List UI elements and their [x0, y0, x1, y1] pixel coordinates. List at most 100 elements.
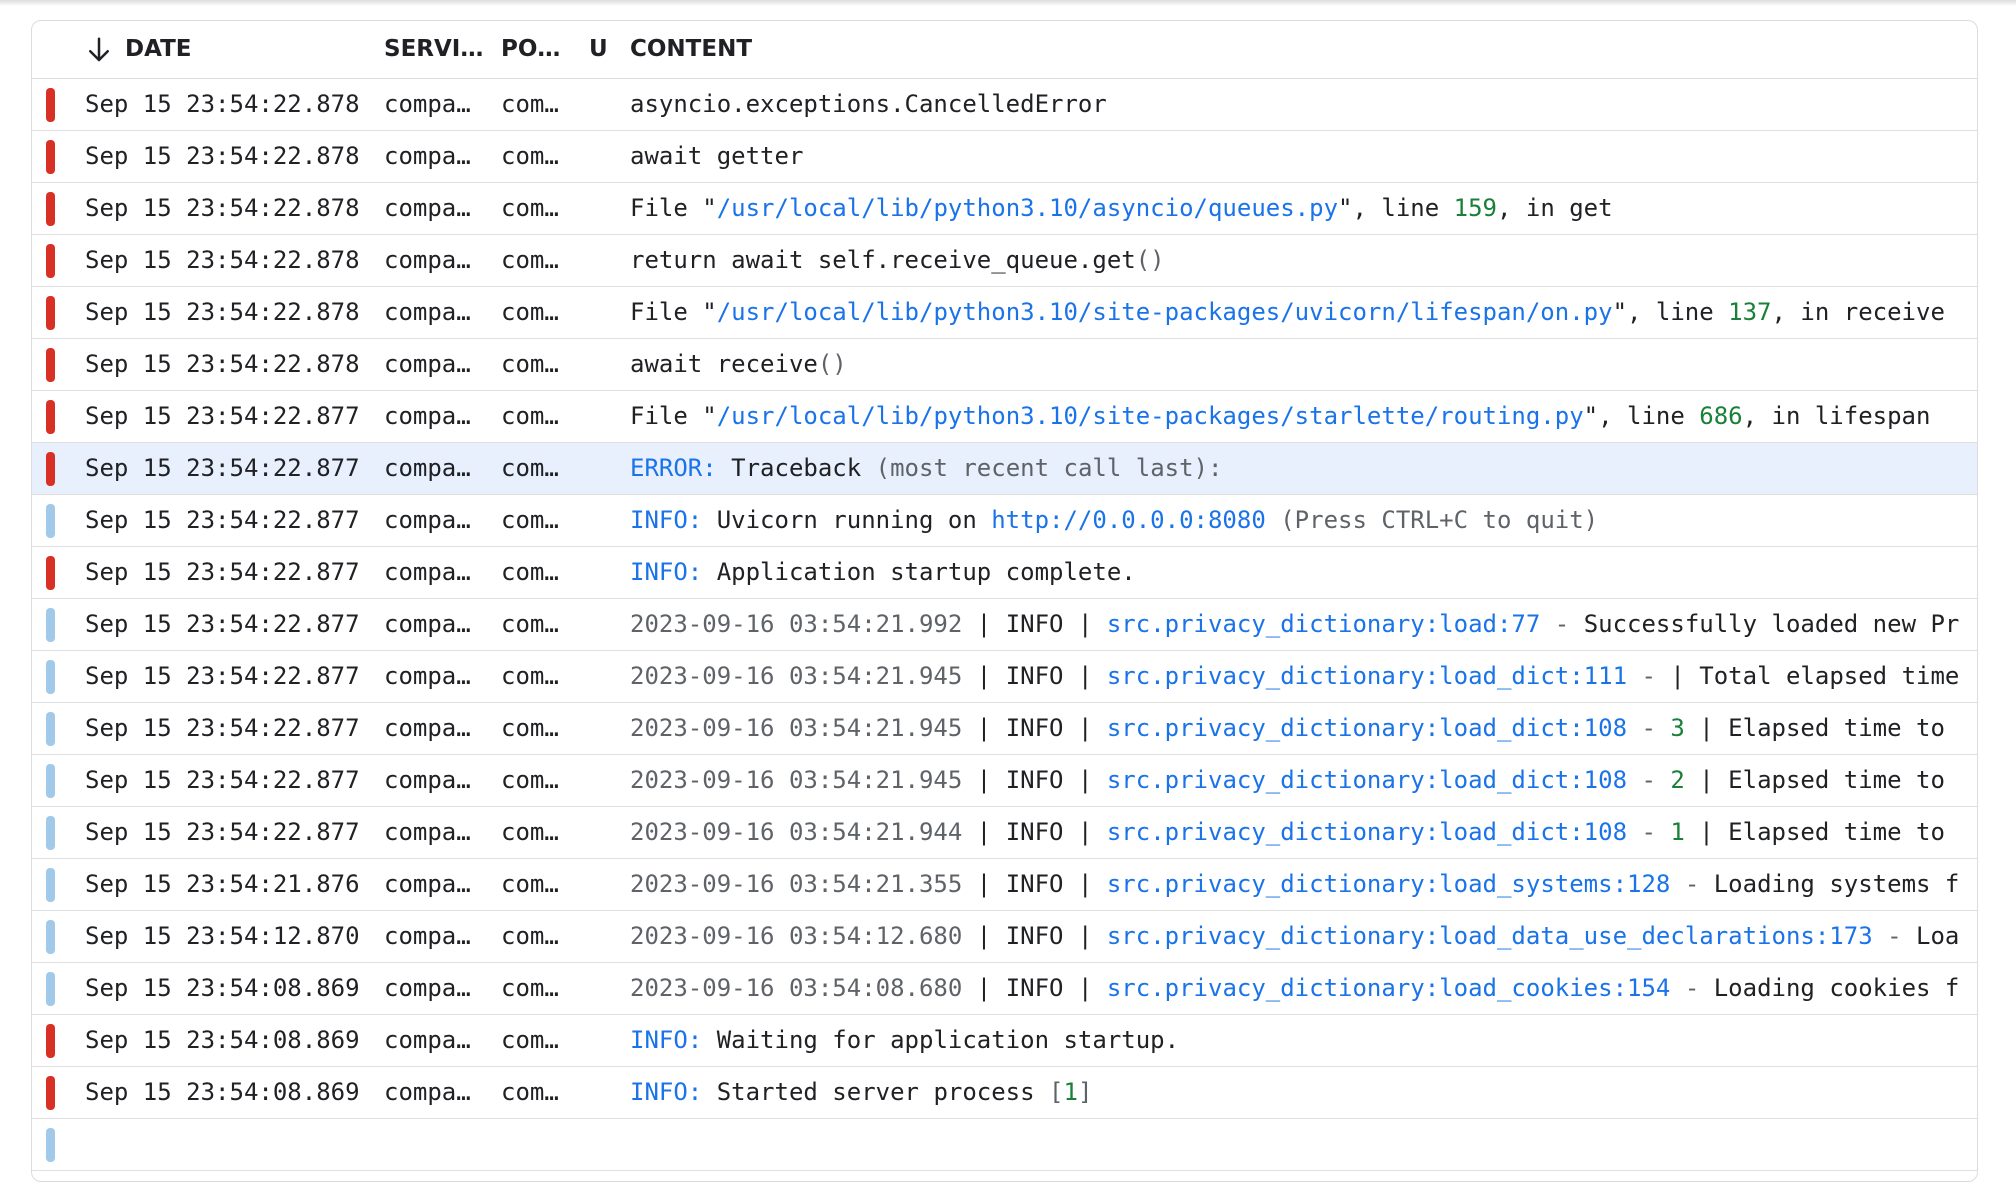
log-token-path: src.privacy_dictionary:load_dict:108: [1106, 766, 1628, 794]
log-token-text: | INFO |: [962, 610, 1107, 638]
log-token-path: src.privacy_dictionary:load_dict:108: [1106, 818, 1628, 846]
log-token-path: /usr/local/lib/python3.10/asyncio/queues…: [716, 194, 1339, 222]
log-token-text: Loading cookies fr…: [1713, 974, 1960, 1002]
arrow-down-icon[interactable]: [84, 35, 114, 65]
log-token-muted: -: [1627, 818, 1671, 846]
log-date: Sep 15 23:54:22.877: [85, 714, 360, 742]
log-token-muted: ]: [1077, 1078, 1093, 1106]
table-row[interactable]: Sep 15 23:54:22.877 compa… com… File "/usr/…: [32, 391, 1977, 443]
table-row[interactable]: Sep 15 23:54:08.869 compa… com… INFO: Waiti…: [32, 1015, 1977, 1067]
log-token-text: Waiting for application startup.: [702, 1026, 1180, 1054]
log-content: 2023-09-16 03:54:21.944 | INFO | src.pri…: [630, 807, 1960, 858]
log-token-muted: -: [1670, 974, 1714, 1002]
log-service: compa…: [384, 298, 471, 326]
table-row[interactable]: Sep 15 23:54:08.869 compa… com… INFO: Start…: [32, 1067, 1977, 1119]
log-service: [384, 1119, 489, 1170]
table-row[interactable]: Sep 15 23:54:22.878 compa… com… File "/usr/…: [32, 183, 1977, 235]
severity-indicator-info: [46, 816, 55, 850]
severity-indicator-error: [46, 296, 55, 330]
column-header-date[interactable]: DATE: [125, 21, 305, 78]
log-content: 2023-09-16 03:54:21.992 | INFO | src.pri…: [630, 599, 1960, 650]
table-row[interactable]: Sep 15 23:54:22.877 compa… com… 2023-09-16 …: [32, 703, 1977, 755]
log-token-level: INFO:: [630, 1026, 703, 1054]
log-date: Sep 15 23:54:22.878: [85, 246, 360, 274]
log-token-text: File ": [630, 298, 717, 326]
column-header-pod[interactable]: PO…: [501, 21, 581, 78]
log-token-text: File ": [630, 194, 717, 222]
log-token-text: Successfully loaded new Pri…: [1583, 610, 1960, 638]
log-token-path: src.privacy_dictionary:load_data_use_dec…: [1106, 922, 1873, 950]
log-token-text: | INFO |: [962, 922, 1107, 950]
log-content: INFO: Waiting for application startup.: [630, 1015, 1960, 1066]
log-content: 2023-09-16 03:54:21.355 | INFO | src.pri…: [630, 859, 1960, 910]
log-token-muted: (): [1135, 246, 1165, 274]
log-token-muted: -: [1670, 870, 1714, 898]
log-token-level: INFO:: [630, 558, 703, 586]
column-header-u[interactable]: U: [589, 21, 619, 78]
log-token-muted: 2023-09-16 03:54:21.992: [630, 610, 963, 638]
log-date: Sep 15 23:54:22.877: [85, 766, 360, 794]
severity-indicator-error: [46, 452, 55, 486]
table-row[interactable]: Sep 15 23:54:21.876 compa… com… 2023-09-16 …: [32, 859, 1977, 911]
log-token-text: Application startup complete.: [702, 558, 1136, 586]
table-row[interactable]: Sep 15 23:54:22.877 compa… com… 2023-09-16 …: [32, 651, 1977, 703]
log-token-path: src.privacy_dictionary:load_systems:128: [1106, 870, 1671, 898]
log-service: compa…: [384, 194, 471, 222]
table-row[interactable]: Sep 15 23:54:12.870 compa… com… 2023-09-16 …: [32, 911, 1977, 963]
table-row[interactable]: Sep 15 23:54:22.877 compa… com… 2023-09-16 …: [32, 807, 1977, 859]
log-service: compa…: [384, 246, 471, 274]
log-token-text: Load…: [1916, 922, 1960, 950]
table-row[interactable]: Sep 15 23:54:22.877 compa… com… INFO: Appli…: [32, 547, 1977, 599]
severity-indicator-error: [46, 88, 55, 122]
log-token-level: INFO:: [630, 506, 703, 534]
table-row[interactable]: Sep 15 23:54:22.878 compa… com… await gette…: [32, 131, 1977, 183]
log-pod: com…: [501, 298, 559, 326]
log-content: File "/usr/local/lib/python3.10/asyncio/…: [630, 183, 1960, 234]
log-service: compa…: [384, 1026, 471, 1054]
log-pod: com…: [501, 870, 559, 898]
table-header: DATE SERVI… PO… U CONTENT: [32, 21, 1977, 79]
log-token-muted: 2023-09-16 03:54:21.355: [630, 870, 963, 898]
log-content: 2023-09-16 03:54:21.945 | INFO | src.pri…: [630, 651, 1960, 702]
log-content: await getter: [630, 131, 1960, 182]
log-pod: com…: [501, 714, 559, 742]
table-row[interactable]: Sep 15 23:54:22.877 compa… com… 2023-09-16 …: [32, 599, 1977, 651]
log-token-muted: (): [817, 350, 847, 378]
log-token-muted: 2023-09-16 03:54:21.945: [630, 766, 963, 794]
log-link[interactable]: http://0.0.0.0:8080: [991, 506, 1266, 534]
severity-indicator-info: [46, 868, 55, 902]
table-row[interactable]: Sep 15 23:54:22.878 compa… com… return awai…: [32, 235, 1977, 287]
log-date: Sep 15 23:54:22.878: [85, 350, 360, 378]
log-token-path: src.privacy_dictionary:load_dict:111: [1106, 662, 1628, 690]
table-row[interactable]: Sep 15 23:54:22.877 compa… com… ERROR: Trac…: [32, 443, 1977, 495]
table-row[interactable]: [32, 1119, 1977, 1171]
column-header-content[interactable]: CONTENT: [630, 21, 930, 78]
column-header-service[interactable]: SERVI…: [384, 21, 489, 78]
log-service: compa…: [384, 454, 471, 482]
log-service: compa…: [384, 766, 471, 794]
log-token-text: ", line: [1612, 298, 1729, 326]
log-pod: com…: [501, 610, 559, 638]
log-pod: [501, 1119, 581, 1170]
log-token-muted: (most recent call last):: [875, 454, 1223, 482]
log-service: compa…: [384, 90, 471, 118]
log-content: 2023-09-16 03:54:21.945 | INFO | src.pri…: [630, 703, 1960, 754]
table-row[interactable]: Sep 15 23:54:22.877 compa… com… 2023-09-16 …: [32, 755, 1977, 807]
severity-indicator-error: [46, 1076, 55, 1110]
log-token-muted: [: [1049, 1078, 1064, 1106]
log-token-muted: -: [1627, 766, 1671, 794]
table-row[interactable]: Sep 15 23:54:22.877 compa… com… INFO: Uvico…: [32, 495, 1977, 547]
log-content: INFO: Started server process [1]: [630, 1067, 1960, 1118]
log-token-level: ERROR:: [630, 454, 717, 482]
table-row[interactable]: Sep 15 23:54:22.878 compa… com… asyncio.exc…: [32, 79, 1977, 131]
log-token-text: await receive: [630, 350, 818, 378]
table-row[interactable]: Sep 15 23:54:08.869 compa… com… 2023-09-16 …: [32, 963, 1977, 1015]
log-content: File "/usr/local/lib/python3.10/site-pac…: [630, 287, 1960, 338]
log-date: Sep 15 23:54:08.869: [85, 1078, 360, 1106]
table-row[interactable]: Sep 15 23:54:22.878 compa… com… await recei…: [32, 339, 1977, 391]
log-content: INFO: Application startup complete.: [630, 547, 1960, 598]
log-pod: com…: [501, 974, 559, 1002]
table-row[interactable]: Sep 15 23:54:22.878 compa… com… File "/usr/…: [32, 287, 1977, 339]
log-date: Sep 15 23:54:21.876: [85, 870, 360, 898]
log-token-path: src.privacy_dictionary:load:77: [1106, 610, 1541, 638]
